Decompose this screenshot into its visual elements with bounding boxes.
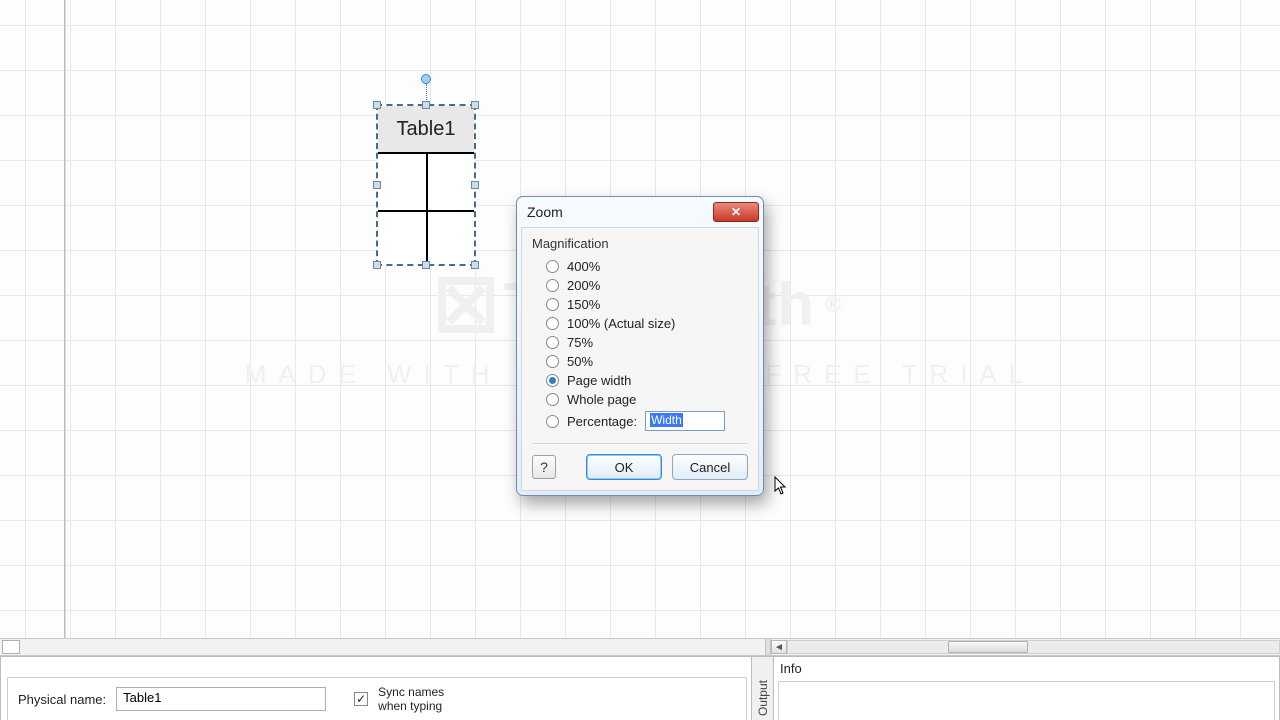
resize-handle-mt[interactable] xyxy=(422,101,430,109)
close-icon: ✕ xyxy=(731,205,741,219)
resize-handle-bl[interactable] xyxy=(373,261,381,269)
zoom-option-label: Whole page xyxy=(567,392,636,407)
zoom-option-50[interactable]: 50% xyxy=(532,352,748,371)
dialog-titlebar[interactable]: Zoom ✕ xyxy=(517,197,763,227)
canvas-tool-icon[interactable] xyxy=(2,640,20,654)
radio-icon xyxy=(546,260,559,273)
output-tab[interactable]: Output xyxy=(752,656,774,720)
rotation-handle[interactable] xyxy=(421,74,431,84)
scroll-thumb[interactable] xyxy=(948,641,1028,653)
output-tab-label: Output xyxy=(756,676,770,720)
mouse-cursor-icon xyxy=(774,476,788,496)
properties-panel: Physical name: Table1 ✓ Sync names when … xyxy=(0,656,752,720)
radio-icon xyxy=(546,415,559,428)
radio-icon xyxy=(546,374,559,387)
radio-icon xyxy=(546,393,559,406)
physical-name-label: Physical name: xyxy=(18,692,106,707)
scroll-left-button[interactable]: ◄ xyxy=(771,640,787,654)
resize-handle-ml[interactable] xyxy=(373,181,381,189)
magnification-label: Magnification xyxy=(532,236,748,251)
table-shape-title: Table1 xyxy=(378,106,474,154)
scroll-track[interactable] xyxy=(787,640,1280,654)
zoom-option-label: 150% xyxy=(567,297,600,312)
resize-handle-tl[interactable] xyxy=(373,101,381,109)
sync-names-checkbox[interactable]: ✓ xyxy=(354,692,368,706)
zoom-option-page-width[interactable]: Page width xyxy=(532,371,748,390)
info-panel-title: Info xyxy=(780,661,802,676)
zoom-option-75[interactable]: 75% xyxy=(532,333,748,352)
table-shape[interactable]: Table1 xyxy=(376,104,476,266)
page-left-edge xyxy=(64,0,66,640)
resize-handle-tr[interactable] xyxy=(471,101,479,109)
zoom-option-label: 75% xyxy=(567,335,593,350)
help-icon: ? xyxy=(540,459,548,475)
physical-name-value: Table1 xyxy=(123,690,161,705)
zoom-option-150[interactable]: 150% xyxy=(532,295,748,314)
info-panel-body[interactable] xyxy=(778,681,1275,720)
cancel-button[interactable]: Cancel xyxy=(672,454,748,480)
percentage-input[interactable]: Width xyxy=(645,411,725,431)
zoom-option-label: Percentage: xyxy=(567,414,637,429)
radio-icon xyxy=(546,279,559,292)
zoom-option-label: 200% xyxy=(567,278,600,293)
dialog-title: Zoom xyxy=(527,204,563,220)
ok-button[interactable]: OK xyxy=(586,454,662,480)
help-button[interactable]: ? xyxy=(532,455,556,479)
radio-icon xyxy=(546,355,559,368)
dialog-separator xyxy=(532,443,748,444)
horizontal-scrollbar[interactable]: ◄ xyxy=(0,638,1280,656)
zoom-option-label: 100% (Actual size) xyxy=(567,316,675,331)
zoom-option-whole-page[interactable]: Whole page xyxy=(532,390,748,409)
ok-label: OK xyxy=(615,460,634,475)
zoom-option-label: Page width xyxy=(567,373,631,388)
zoom-option-400[interactable]: 400% xyxy=(532,257,748,276)
zoom-dialog: Zoom ✕ Magnification 400% 200% 150% 100%… xyxy=(516,196,764,496)
zoom-option-100[interactable]: 100% (Actual size) xyxy=(532,314,748,333)
sync-names-label-1: Sync names xyxy=(378,685,444,699)
table-shape-cells xyxy=(378,154,474,266)
resize-handle-mb[interactable] xyxy=(422,261,430,269)
zoom-option-percentage[interactable]: Percentage: Width xyxy=(532,409,748,433)
zoom-option-label: 50% xyxy=(567,354,593,369)
radio-icon xyxy=(546,298,559,311)
physical-name-input[interactable]: Table1 xyxy=(116,687,326,711)
cancel-label: Cancel xyxy=(690,460,730,475)
close-button[interactable]: ✕ xyxy=(713,202,759,222)
rotation-connector xyxy=(426,84,427,102)
radio-icon xyxy=(546,336,559,349)
sync-names-label-2: when typing xyxy=(378,699,444,713)
zoom-option-label: 400% xyxy=(567,259,600,274)
info-panel: Info xyxy=(774,656,1280,720)
zoom-option-200[interactable]: 200% xyxy=(532,276,748,295)
resize-handle-br[interactable] xyxy=(471,261,479,269)
resize-handle-mr[interactable] xyxy=(471,181,479,189)
radio-icon xyxy=(546,317,559,330)
